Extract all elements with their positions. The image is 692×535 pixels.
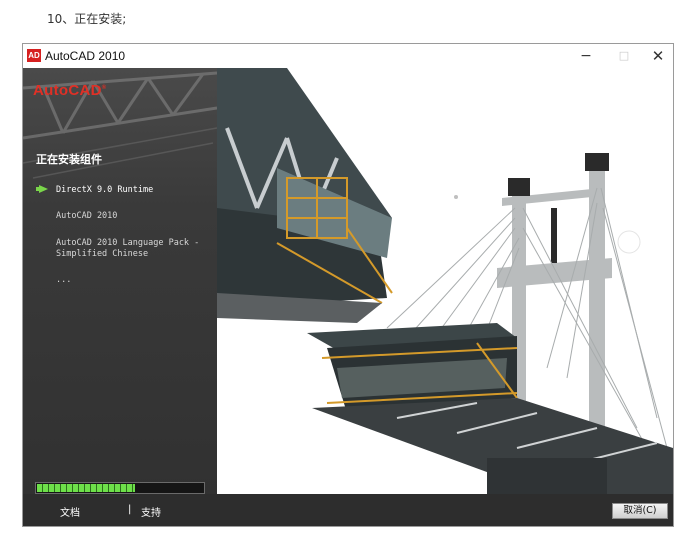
bridge-illustration (217, 68, 673, 494)
autocad-app-icon: AD (27, 49, 41, 62)
step-more: ... (56, 275, 72, 285)
progress-fill (37, 484, 135, 492)
installer-content: AutoCAD® 正在安装组件 DirectX 9.0 Runtime Auto… (23, 68, 673, 526)
close-button[interactable]: ✕ (639, 44, 677, 68)
current-step-arrow-icon (39, 185, 48, 193)
footer-separator: | (128, 504, 132, 515)
installer-window: AD AutoCAD 2010 − □ ✕ AutoCAD® 正在安装组件 Di… (22, 43, 674, 527)
step-language-pack: AutoCAD 2010 Language Pack - (56, 238, 200, 248)
cancel-button[interactable]: 取消(C) (612, 503, 668, 519)
support-link[interactable]: 支持 (141, 504, 161, 519)
install-steps-panel: AutoCAD® 正在安装组件 DirectX 9.0 Runtime Auto… (23, 68, 217, 526)
step-language-pack-detail: Simplified Chinese (56, 249, 149, 259)
install-progress-bar (35, 482, 205, 494)
autocad-logo: AutoCAD® (33, 82, 107, 99)
step-directx: DirectX 9.0 Runtime (56, 185, 154, 195)
maximize-button[interactable]: □ (605, 44, 643, 68)
window-title: AutoCAD 2010 (45, 49, 126, 63)
step-autocad: AutoCAD 2010 (56, 211, 118, 221)
minimize-button[interactable]: − (567, 44, 605, 68)
section-title: 正在安装组件 (36, 153, 102, 166)
footer-bar: 文档 | 支持 取消(C) (23, 494, 673, 526)
bridge-image (217, 68, 673, 494)
step-caption: 10、正在安装; (47, 12, 127, 26)
docs-link[interactable]: 文档 (60, 504, 80, 519)
title-bar[interactable]: AD AutoCAD 2010 − □ ✕ (23, 44, 673, 68)
